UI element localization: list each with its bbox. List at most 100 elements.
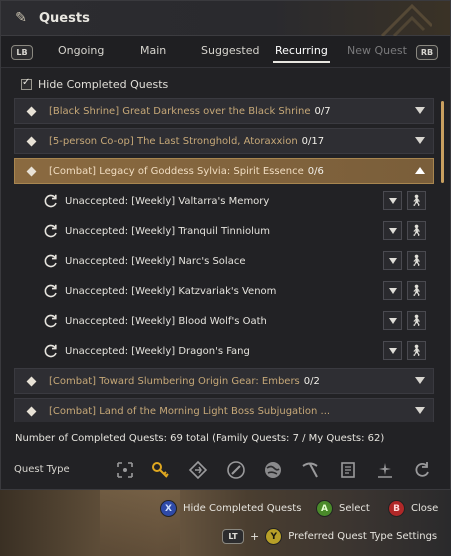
x-button-icon: X [160,500,177,517]
quest-dropdown-button[interactable] [383,281,402,300]
hide-completed-control-label: Hide Completed Quests [183,503,302,514]
recurring-icon [44,254,57,268]
quest-row[interactable]: Unaccepted: [Weekly] Narc's Solace 🚶︎ [14,248,434,274]
group-label: [Combat] Land of the Morning Light Boss … [49,405,331,417]
hide-completed-checkbox[interactable] [21,77,32,90]
diamond-icon [26,376,37,386]
quest-label: Unaccepted: [Weekly] Valtarra's Memory [65,195,270,207]
navigate-button[interactable]: 🚶︎ [407,341,426,360]
refresh-icon[interactable] [411,459,433,481]
tab-ongoing[interactable]: Ongoing [58,44,104,57]
compass-icon[interactable] [225,459,247,481]
group-label: [Combat] Toward Slumbering Origin Gear: … [49,375,300,387]
close-control[interactable]: B Close [388,500,438,517]
quest-type-label: Quest Type [14,464,70,475]
chevron-down-icon[interactable] [415,407,425,414]
group-count: 0/6 [307,165,324,177]
navigate-button[interactable]: 🚶︎ [407,281,426,300]
chevron-down-icon[interactable] [415,377,425,384]
book-icon[interactable] [337,459,359,481]
walking-person-icon: 🚶︎ [409,254,424,267]
quest-label: Unaccepted: [Weekly] Narc's Solace [65,255,246,267]
quest-row[interactable]: Unaccepted: [Weekly] Dragon's Fang 🚶︎ [14,338,434,364]
tab-main[interactable]: Main [140,44,166,57]
quest-row[interactable]: Unaccepted: [Weekly] Katzvariak's Venom 🚶… [14,278,434,304]
chevron-down-icon [388,347,397,354]
quest-list: [Black Shrine] Great Darkness over the B… [14,98,434,422]
quest-dropdown-button[interactable] [383,311,402,330]
list-scrollbar[interactable] [441,101,444,183]
quest-label: Unaccepted: [Weekly] Dragon's Fang [65,345,250,357]
tab-new-quest[interactable]: New Quest [347,44,407,57]
quest-type-bar: Quest Type [1,456,451,484]
preferred-settings-control[interactable]: LT + Y Preferred Quest Type Settings [222,528,437,545]
completed-quests-summary: Number of Completed Quests: 69 total (Fa… [15,433,385,444]
diamond-arrow-icon[interactable] [187,459,209,481]
diamond-icon [26,166,37,176]
quest-group[interactable]: [Black Shrine] Great Darkness over the B… [14,98,434,124]
group-count: 0/17 [301,135,325,147]
chevron-down-icon [388,257,397,264]
quest-group[interactable]: [Combat] Toward Slumbering Origin Gear: … [14,368,434,394]
tab-suggested[interactable]: Suggested [201,44,259,57]
diamond-icon [26,106,37,116]
chevron-down-icon [388,197,397,204]
hide-completed-control[interactable]: X Hide Completed Quests [160,500,301,517]
group-label: [Combat] Legacy of Goddess Sylvia: Spiri… [49,165,304,177]
target-icon[interactable] [114,459,136,481]
quest-dropdown-button[interactable] [383,341,402,360]
walking-person-icon: 🚶︎ [409,194,424,207]
quest-label: Unaccepted: [Weekly] Katzvariak's Venom [65,285,277,297]
b-button-icon: B [388,500,405,517]
chevron-down-icon [388,317,397,324]
hide-completed-label: Hide Completed Quests [38,78,169,91]
quest-label: Unaccepted: [Weekly] Tranquil Tinniolum [65,225,270,237]
walking-person-icon: 🚶︎ [409,224,424,237]
group-label: [5-person Co-op] The Last Stronghold, At… [49,135,298,147]
hide-completed-toggle[interactable]: Hide Completed Quests [21,77,169,91]
key-icon[interactable] [149,459,171,481]
pickaxe-icon[interactable] [299,459,321,481]
quests-window: ✎ Quests LB Ongoing Main Suggested Recur… [0,0,451,490]
background-scene [0,486,451,556]
recurring-icon [44,314,57,328]
title-decoration-icon [380,3,432,36]
window-title: Quests [39,10,90,26]
navigate-button[interactable]: 🚶︎ [407,221,426,240]
quest-group[interactable]: [5-person Co-op] The Last Stronghold, At… [14,128,434,154]
title-bar: ✎ Quests [1,1,450,36]
navigate-button[interactable]: 🚶︎ [407,311,426,330]
lb-button[interactable]: LB [11,45,33,60]
quest-dropdown-button[interactable] [383,191,402,210]
sparkle-icon[interactable] [374,459,396,481]
diamond-icon [26,136,37,146]
tab-recurring[interactable]: Recurring [273,44,330,63]
quest-group-expanded[interactable]: [Combat] Legacy of Goddess Sylvia: Spiri… [14,158,434,184]
group-count: 0/2 [303,375,320,387]
rb-button[interactable]: RB [416,45,438,60]
recurring-icon [44,284,57,298]
chevron-up-icon[interactable] [415,167,425,174]
quest-dropdown-button[interactable] [383,251,402,270]
quest-group[interactable]: [Combat] Land of the Morning Light Boss … [14,398,434,422]
navigate-button[interactable]: 🚶︎ [407,251,426,270]
quest-label: Unaccepted: [Weekly] Blood Wolf's Oath [65,315,267,327]
walking-person-icon: 🚶︎ [409,344,424,357]
chevron-down-icon[interactable] [415,107,425,114]
chevron-down-icon[interactable] [415,137,425,144]
preferred-settings-label: Preferred Quest Type Settings [288,531,438,542]
select-control[interactable]: A Select [316,500,370,517]
quest-row[interactable]: Unaccepted: [Weekly] Tranquil Tinniolum 🚶… [14,218,434,244]
recurring-icon [44,344,57,358]
quest-row[interactable]: Unaccepted: [Weekly] Blood Wolf's Oath 🚶︎ [14,308,434,334]
quest-dropdown-button[interactable] [383,221,402,240]
walking-person-icon: 🚶︎ [409,314,424,327]
navigate-button[interactable]: 🚶︎ [407,191,426,210]
quest-row[interactable]: Unaccepted: [Weekly] Valtarra's Memory 🚶︎ [14,188,434,214]
group-label: [Black Shrine] Great Darkness over the B… [49,105,311,117]
walking-person-icon: 🚶︎ [409,284,424,297]
chevron-down-icon [388,287,397,294]
a-button-icon: A [316,500,333,517]
globe-icon[interactable] [262,459,284,481]
y-button-icon: Y [265,528,283,545]
